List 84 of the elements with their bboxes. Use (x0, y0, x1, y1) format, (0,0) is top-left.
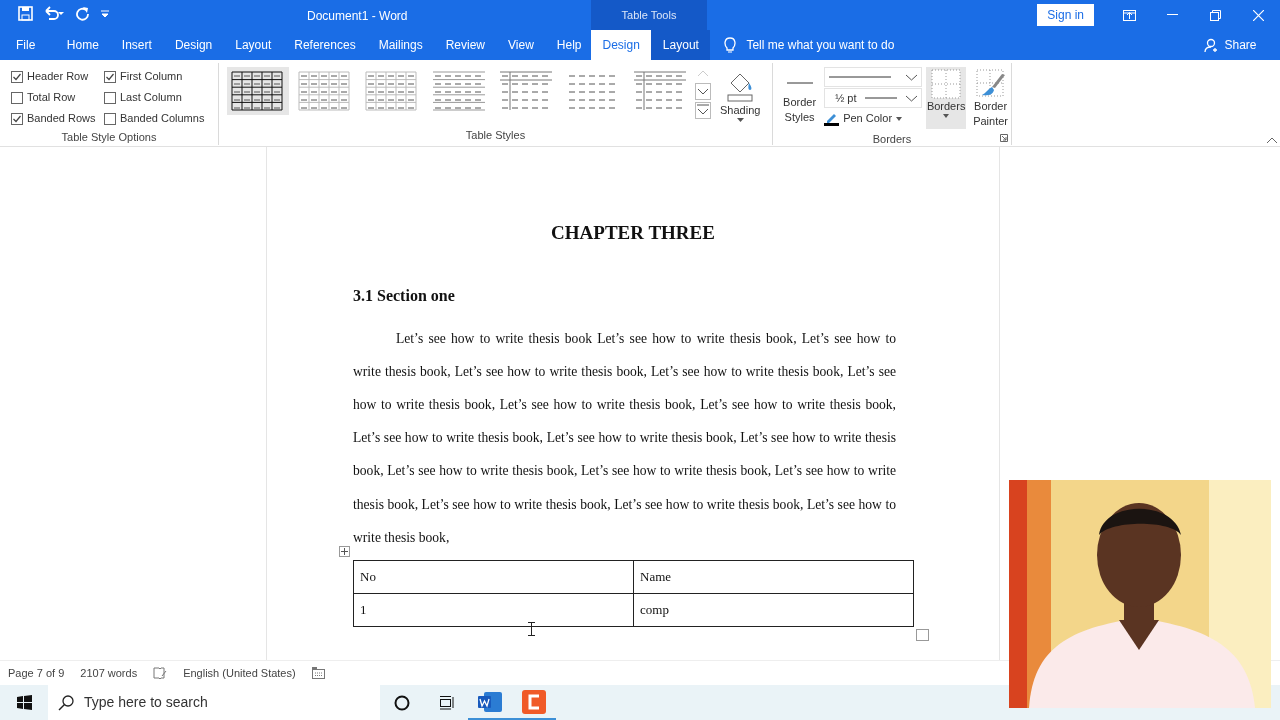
line-weight-dropdown[interactable]: ½ pt (824, 88, 923, 108)
ribbon-tab[interactable]: Layout (223, 30, 283, 60)
undo-icon[interactable] (43, 6, 65, 21)
checkbox[interactable] (104, 91, 116, 104)
border-painter-button[interactable]: Border Painter (970, 67, 1011, 131)
save-icon[interactable] (18, 6, 33, 21)
ribbon-tab[interactable]: View (496, 30, 546, 60)
caret-icon (896, 116, 903, 121)
table-header-cell: No (353, 560, 634, 594)
ribbon-tab[interactable]: File (0, 30, 56, 60)
line-style-dropdown[interactable] (824, 67, 923, 87)
checkbox-label[interactable]: Header Row (27, 68, 89, 85)
chevron-icon (906, 94, 918, 102)
ribbon-tab[interactable]: Review (434, 30, 497, 60)
search-icon (58, 694, 74, 711)
redo-icon[interactable] (75, 6, 90, 21)
group-label: Table Styles (464, 127, 527, 143)
sign-in-button[interactable]: Sign in (1037, 4, 1094, 26)
customize-icon[interactable] (100, 8, 110, 19)
collapse-ribbon-icon[interactable] (1266, 137, 1278, 144)
minimize-icon[interactable] (1167, 14, 1178, 16)
ribbon-tab[interactable]: Mailings (367, 30, 435, 60)
cortana-icon[interactable] (394, 694, 410, 711)
lightbulb-icon (724, 37, 737, 53)
ribbon-tab[interactable]: Insert (110, 30, 164, 60)
pen-color-button[interactable]: Pen Color (824, 109, 923, 128)
group-label: Table Style Options (60, 130, 158, 145)
context-label: Table Tools (591, 0, 707, 30)
table-header-cell: Name (633, 560, 914, 594)
restore-icon[interactable] (1210, 9, 1221, 21)
windows-start-icon[interactable] (16, 695, 32, 710)
checkbox-label[interactable]: Last Column (120, 89, 182, 106)
ribbon-tab[interactable]: Home (55, 30, 111, 60)
word-app-icon[interactable] (478, 690, 502, 713)
checkbox-label[interactable]: First Column (120, 68, 183, 85)
display-options-icon[interactable] (1123, 9, 1136, 21)
borders-icon (931, 69, 962, 99)
checkbox-label[interactable]: Banded Columns (120, 110, 205, 127)
tell-me-search[interactable]: Tell me what you want to do (724, 30, 895, 60)
section-heading: 3.1 Section one (353, 285, 456, 306)
checkbox[interactable] (11, 70, 23, 83)
caret-icon (736, 118, 744, 122)
ribbon-tab[interactable]: References (282, 30, 368, 60)
word-count[interactable]: 2107 words (80, 664, 138, 682)
ribbon-tab[interactable]: Layout (651, 30, 711, 60)
table-cell: comp (633, 593, 914, 627)
proofing-icon[interactable] (153, 666, 168, 680)
checkbox[interactable] (104, 112, 116, 125)
taskbar-search-field[interactable]: Type here to search (48, 685, 380, 720)
text-cursor-icon (528, 621, 535, 636)
dialog-launcher-icon[interactable] (1000, 134, 1008, 142)
checkbox-label[interactable]: Banded Rows (27, 110, 96, 127)
ribbon-tab[interactable]: Design (591, 30, 652, 60)
person-icon (1204, 37, 1220, 53)
close-icon[interactable] (1253, 9, 1264, 21)
chapter-heading: CHAPTER THREE (550, 221, 716, 245)
borders-button[interactable]: Borders (926, 67, 967, 129)
share-button[interactable]: Share (1192, 30, 1268, 60)
page-count[interactable]: Page 7 of 9 (8, 664, 65, 682)
chevron-icon (906, 73, 918, 81)
ribbon-tab[interactable]: Design (163, 30, 224, 60)
checkbox[interactable] (11, 112, 23, 125)
checkbox-label[interactable]: Total Row (27, 89, 76, 106)
line-style-icon (829, 75, 892, 79)
recorder-app-icon[interactable] (522, 689, 546, 714)
language-indicator[interactable]: English (United States) (183, 664, 296, 682)
table-resize-handle-icon[interactable] (916, 628, 929, 641)
window-title: Document1 - Word (307, 8, 408, 25)
group-label: Borders (872, 132, 912, 147)
table-cell: 1 (353, 593, 634, 627)
pen-icon (824, 111, 840, 126)
checkbox[interactable] (104, 70, 116, 83)
line-style-icon (865, 96, 898, 100)
body-paragraph: Let’s see how to write thesis book Let’s see how to write thesis book, Let’s see how to write thesis book, Let’s see how to write thesis book, Let’s see how to write thesis book, Let’s see how to write thesis book, Let’s see how to write thesis book, Let’s see how to write thesis book, Let’s see how to write thesis book, Let’s see how to write thesis book, Let’s see how to write thesis book, Let’s see how to write thesis book, Let’s see how to write thesis book, Let’s see how to write thesis book, Let’s see how to write thesis book, Let’s see how to write thesis book, Let’s see how to write thesis book, (353, 329, 896, 547)
shading-button[interactable]: Shading (717, 67, 764, 124)
checkbox[interactable] (11, 91, 23, 104)
line-style-icon (786, 79, 813, 87)
table-style-thumbnail[interactable] (227, 67, 289, 115)
ribbon-tab[interactable]: Help (545, 30, 593, 60)
caret-icon (943, 114, 950, 118)
table-move-handle-icon[interactable] (339, 545, 350, 557)
task-view-icon[interactable] (437, 695, 455, 710)
border-styles-button[interactable]: Border Styles (779, 67, 821, 127)
calendar-icon[interactable] (311, 667, 325, 679)
